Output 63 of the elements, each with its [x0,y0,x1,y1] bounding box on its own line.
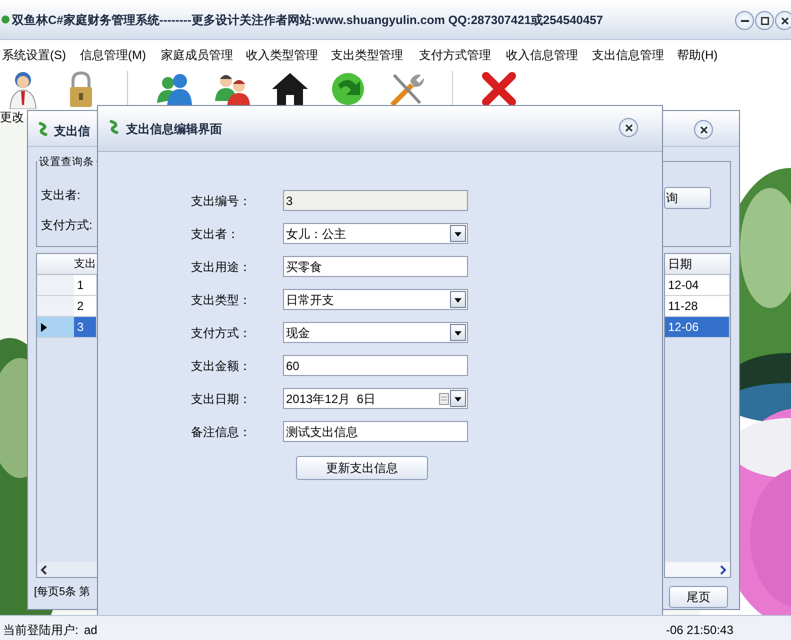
input-field[interactable]: 3 [283,190,468,211]
close-icon [622,122,634,134]
dropdown-field[interactable]: 现金 [283,322,468,343]
column-header: 支出 [74,254,97,275]
menu-item[interactable]: 支出信息管理 [590,46,675,64]
field-label: 支出金额： [191,358,252,374]
calendar-icon[interactable] [439,392,449,404]
table-cell: 1 [74,275,97,296]
pager-text: [每页5条 第 [34,585,90,600]
close-icon [780,16,788,24]
field-label: 支付方式： [191,324,252,342]
window-title: 支出信 [54,123,90,140]
table-cell: 12-06 [665,317,730,338]
scroll-left-icon[interactable] [40,565,48,575]
window-title: 双鱼林C#家庭财务管理系统--------更多设计关注作者网站:www.shuangyulin.com QQ:287307421或254540457 [12,12,603,29]
menu-item[interactable]: 支付方式管理 [417,46,504,64]
scroll-right-icon[interactable] [719,565,727,575]
menu-item[interactable]: 收入信息管理 [504,46,590,64]
maximize-icon [760,16,768,24]
date-field[interactable]: 2013年12月 6日 [283,388,468,409]
field-label: 支出者: [41,187,80,204]
row-header [37,254,74,275]
menu-item[interactable]: 收入类型管理 [244,46,329,64]
menu-item[interactable]: 家庭成员管理 [159,46,244,64]
field-label: 支出日期： [191,390,252,408]
last-page-button[interactable]: 尾页 [669,586,728,608]
query-button[interactable]: 询 [664,187,711,209]
close-icon [698,124,710,136]
table-cell: 12-04 [665,275,730,296]
close-button[interactable] [775,11,791,30]
minimize-icon [740,20,748,22]
close-button[interactable] [694,120,713,139]
column-header: 日期 [665,254,730,275]
field-label: 支出者： [191,226,240,242]
status-text: ad [84,622,98,639]
field-label: 备注信息： [191,424,252,440]
toolbar-label: 更改 [0,109,24,126]
input-field[interactable]: 60 [283,355,468,376]
table-cell: 3 [74,317,97,338]
input-field[interactable]: 买零食 [283,256,468,277]
table-cell: 11-28 [665,296,730,317]
table-cell: 2 [74,296,97,317]
app-icon [1,15,10,24]
field-label: 支出类型： [191,292,252,308]
window-title: 支出信息编辑界面 [126,121,222,138]
maximize-button[interactable] [755,11,774,30]
input-field[interactable]: 测试支出信息 [283,421,468,442]
menu-item[interactable]: 支出类型管理 [329,46,417,64]
dropdown-field[interactable]: 女儿：公主 [283,223,468,244]
status-text: -06 21:50:43 [666,622,734,639]
update-button[interactable]: 更新支出信息 [296,456,428,480]
dropdown-field[interactable]: 日常开支 [283,289,468,310]
field-label: 支出编号： [191,192,252,210]
menu-item[interactable]: 帮助(H) [675,46,735,64]
menu-item[interactable]: 系统设置(S) [0,46,78,64]
minimize-button[interactable] [735,11,754,30]
field-label: 支付方式: [41,217,92,234]
row-pointer-icon [41,323,47,332]
field-label: 支出用途： [191,258,252,276]
row-header[interactable] [37,317,74,338]
close-button[interactable] [619,118,638,137]
status-label: 当前登陆用户: [3,622,78,639]
menu-item[interactable]: 信息管理(M) [78,46,159,64]
